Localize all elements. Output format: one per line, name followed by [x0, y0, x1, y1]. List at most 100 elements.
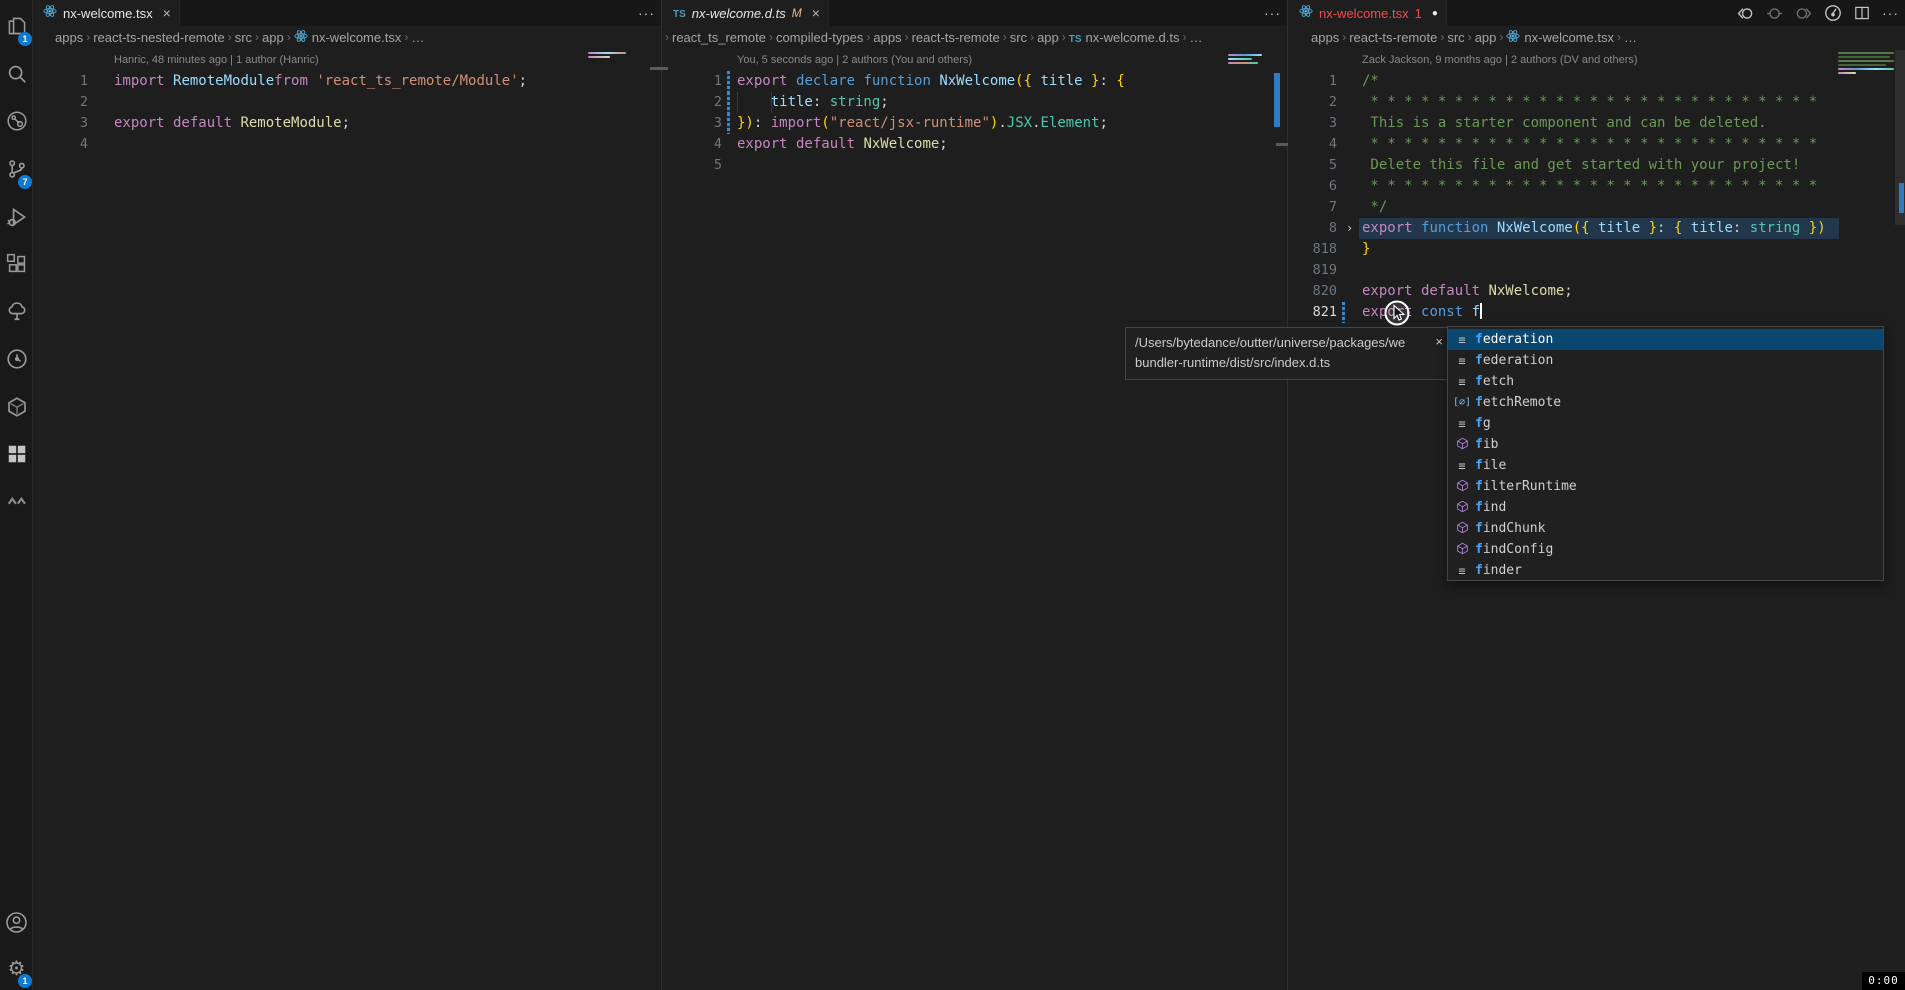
tooltip-close-icon[interactable]: ×	[1435, 332, 1443, 352]
tree-view-icon[interactable]	[0, 291, 33, 331]
breadcrumb-item[interactable]: src	[1447, 30, 1464, 45]
search-icon[interactable]	[0, 54, 33, 94]
minimap[interactable]	[1228, 54, 1262, 66]
account-icon[interactable]	[0, 902, 33, 942]
text-cursor	[1480, 303, 1482, 319]
breadcrumb-item[interactable]: …	[1624, 30, 1637, 45]
code-line[interactable]: 5	[663, 155, 1287, 176]
code-line[interactable]: 4	[33, 134, 661, 155]
code-line[interactable]: 4 * * * * * * * * * * * * * * * * * * * …	[1289, 134, 1905, 155]
split-editor-icon[interactable]	[1854, 5, 1870, 21]
code-line-text: export default RemoteModule;	[114, 113, 350, 134]
code-line[interactable]: 819	[1289, 260, 1905, 281]
run-debug-icon[interactable]	[0, 197, 33, 237]
code-editor[interactable]: 1import RemoteModulefrom 'react_ts_remot…	[33, 48, 661, 990]
grid-view-icon[interactable]	[0, 434, 33, 474]
code-line[interactable]: 5 Delete this file and get started with …	[1289, 155, 1905, 176]
code-line[interactable]: 3 This is a starter component and can be…	[1289, 113, 1905, 134]
code-line[interactable]: 2 * * * * * * * * * * * * * * * * * * * …	[1289, 92, 1905, 113]
breadcrumb-item[interactable]: nx-welcome.tsx	[294, 29, 402, 46]
code-line[interactable]: 4export default NxWelcome;	[663, 134, 1287, 155]
tab-nx-welcome-tsx-active[interactable]: nx-welcome.tsx1●	[1289, 0, 1447, 26]
source-control-icon[interactable]: 7	[0, 149, 33, 189]
editor-more-actions-icon[interactable]: ···	[638, 5, 655, 21]
minimap[interactable]	[1838, 52, 1894, 76]
code-line-text: }): import("react/jsx-runtime").JSX.Elem…	[737, 113, 1108, 134]
suggest-item[interactable]: findConfig	[1448, 539, 1883, 560]
code-line[interactable]: 818}	[1289, 239, 1905, 260]
code-line-text: * * * * * * * * * * * * * * * * * * * * …	[1362, 176, 1817, 197]
breadcrumb-item[interactable]: nx-welcome.tsx	[1506, 29, 1614, 46]
next-change-icon[interactable]	[1795, 5, 1812, 22]
breadcrumb-item[interactable]: …	[411, 30, 424, 45]
fold-chevron-icon[interactable]: ›	[1346, 218, 1353, 239]
timeline-run-icon[interactable]	[1824, 4, 1842, 22]
code-line[interactable]: 7 */	[1289, 197, 1905, 218]
tab-close-icon[interactable]: ×	[163, 5, 171, 21]
breadcrumb-item[interactable]: src	[235, 30, 252, 45]
breadcrumb-item[interactable]: …	[1189, 30, 1202, 45]
change-circle-icon[interactable]	[1766, 5, 1783, 22]
code-line[interactable]: 1import RemoteModulefrom 'react_ts_remot…	[33, 71, 661, 92]
suggest-item[interactable]: ≡federation	[1448, 350, 1883, 371]
tab-nx-welcome-tsx[interactable]: nx-welcome.tsx×	[33, 0, 180, 26]
breadcrumb-item[interactable]: app	[262, 30, 284, 45]
code-line[interactable]: 3export default RemoteModule;	[33, 113, 661, 134]
suggest-item[interactable]: filterRuntime	[1448, 476, 1883, 497]
suggest-item[interactable]: ≡fetch	[1448, 371, 1883, 392]
code-line[interactable]: 820export default NxWelcome;	[1289, 281, 1905, 302]
codelens-blame[interactable]: Hanric, 48 minutes ago | 1 author (Hanri…	[114, 54, 319, 70]
breadcrumb-item[interactable]: apps	[873, 30, 901, 45]
tab-nx-welcome-dts[interactable]: TSnx-welcome.d.tsM×	[663, 0, 829, 26]
editor-more-actions-icon[interactable]: ···	[1882, 5, 1899, 21]
code-line[interactable]: 1/*	[1289, 71, 1905, 92]
code-line[interactable]: 2	[33, 92, 661, 113]
suggest-item[interactable]: findChunk	[1448, 518, 1883, 539]
code-line-text: }	[1362, 239, 1370, 260]
suggest-item[interactable]: ≡fg	[1448, 413, 1883, 434]
breadcrumb-item[interactable]: apps	[55, 30, 83, 45]
code-editor[interactable]: 1export declare function NxWelcome({ tit…	[663, 48, 1287, 990]
hexagon-extension-icon[interactable]	[0, 387, 33, 427]
minimap[interactable]	[588, 52, 626, 60]
line-number: 8	[1289, 218, 1337, 239]
timeline-icon[interactable]	[0, 339, 33, 379]
wave-extension-icon[interactable]	[0, 481, 33, 521]
tab-close-icon[interactable]: ×	[812, 5, 820, 21]
breadcrumb-item[interactable]: apps	[1311, 30, 1339, 45]
breadcrumb-item[interactable]: app	[1037, 30, 1059, 45]
code-line[interactable]: 1export declare function NxWelcome({ tit…	[663, 71, 1287, 92]
remote-graph-icon[interactable]	[0, 101, 33, 141]
breadcrumb-item[interactable]: compiled-types	[776, 30, 863, 45]
module-suggestion-icon	[1453, 479, 1471, 495]
breadcrumb-item[interactable]: react-ts-nested-remote	[93, 30, 225, 45]
suggest-item[interactable]: fib	[1448, 434, 1883, 455]
settings-icon[interactable]: ⚙ 1	[0, 948, 33, 988]
previous-change-icon[interactable]	[1737, 5, 1754, 22]
codelens-blame[interactable]: You, 5 seconds ago | 2 authors (You and …	[737, 54, 972, 70]
code-line[interactable]: 3 }): import("react/jsx-runtime").JSX.Ele…	[663, 113, 1287, 134]
line-number: 3	[663, 113, 722, 134]
line-number: 2	[33, 92, 88, 113]
code-line[interactable]: 2 title: string;	[663, 92, 1287, 113]
suggest-item[interactable]: find	[1448, 497, 1883, 518]
suggest-item[interactable]: ≡federation	[1448, 329, 1883, 350]
code-line[interactable]: 8›export function NxWelcome({ title }: {…	[1289, 218, 1905, 239]
suggest-item[interactable]: ≡finder	[1448, 560, 1883, 581]
explorer-icon[interactable]: 1	[0, 6, 33, 46]
line-number: 4	[1289, 134, 1337, 155]
breadcrumb-item[interactable]: react-ts-remote	[912, 30, 1000, 45]
breadcrumb-item[interactable]: src	[1010, 30, 1027, 45]
extensions-icon[interactable]	[0, 244, 33, 284]
code-line[interactable]: 6 * * * * * * * * * * * * * * * * * * * …	[1289, 176, 1905, 197]
suggest-item[interactable]: [∅]fetchRemote	[1448, 392, 1883, 413]
breadcrumb-item[interactable]: TSnx-welcome.d.ts	[1069, 30, 1180, 45]
codelens-blame[interactable]: Zack Jackson, 9 months ago | 2 authors (…	[1362, 54, 1638, 70]
suggest-item[interactable]: ≡file	[1448, 455, 1883, 476]
editor-more-actions-icon[interactable]: ···	[1264, 5, 1281, 21]
breadcrumb-item[interactable]: react-ts-remote	[1349, 30, 1437, 45]
breadcrumb-item[interactable]: react_ts_remote	[672, 30, 766, 45]
code-line[interactable]: 821export const f	[1289, 302, 1905, 323]
breadcrumb-item[interactable]: app	[1475, 30, 1497, 45]
path-tooltip: × /Users/bytedance/outter/universe/packa…	[1125, 327, 1449, 380]
